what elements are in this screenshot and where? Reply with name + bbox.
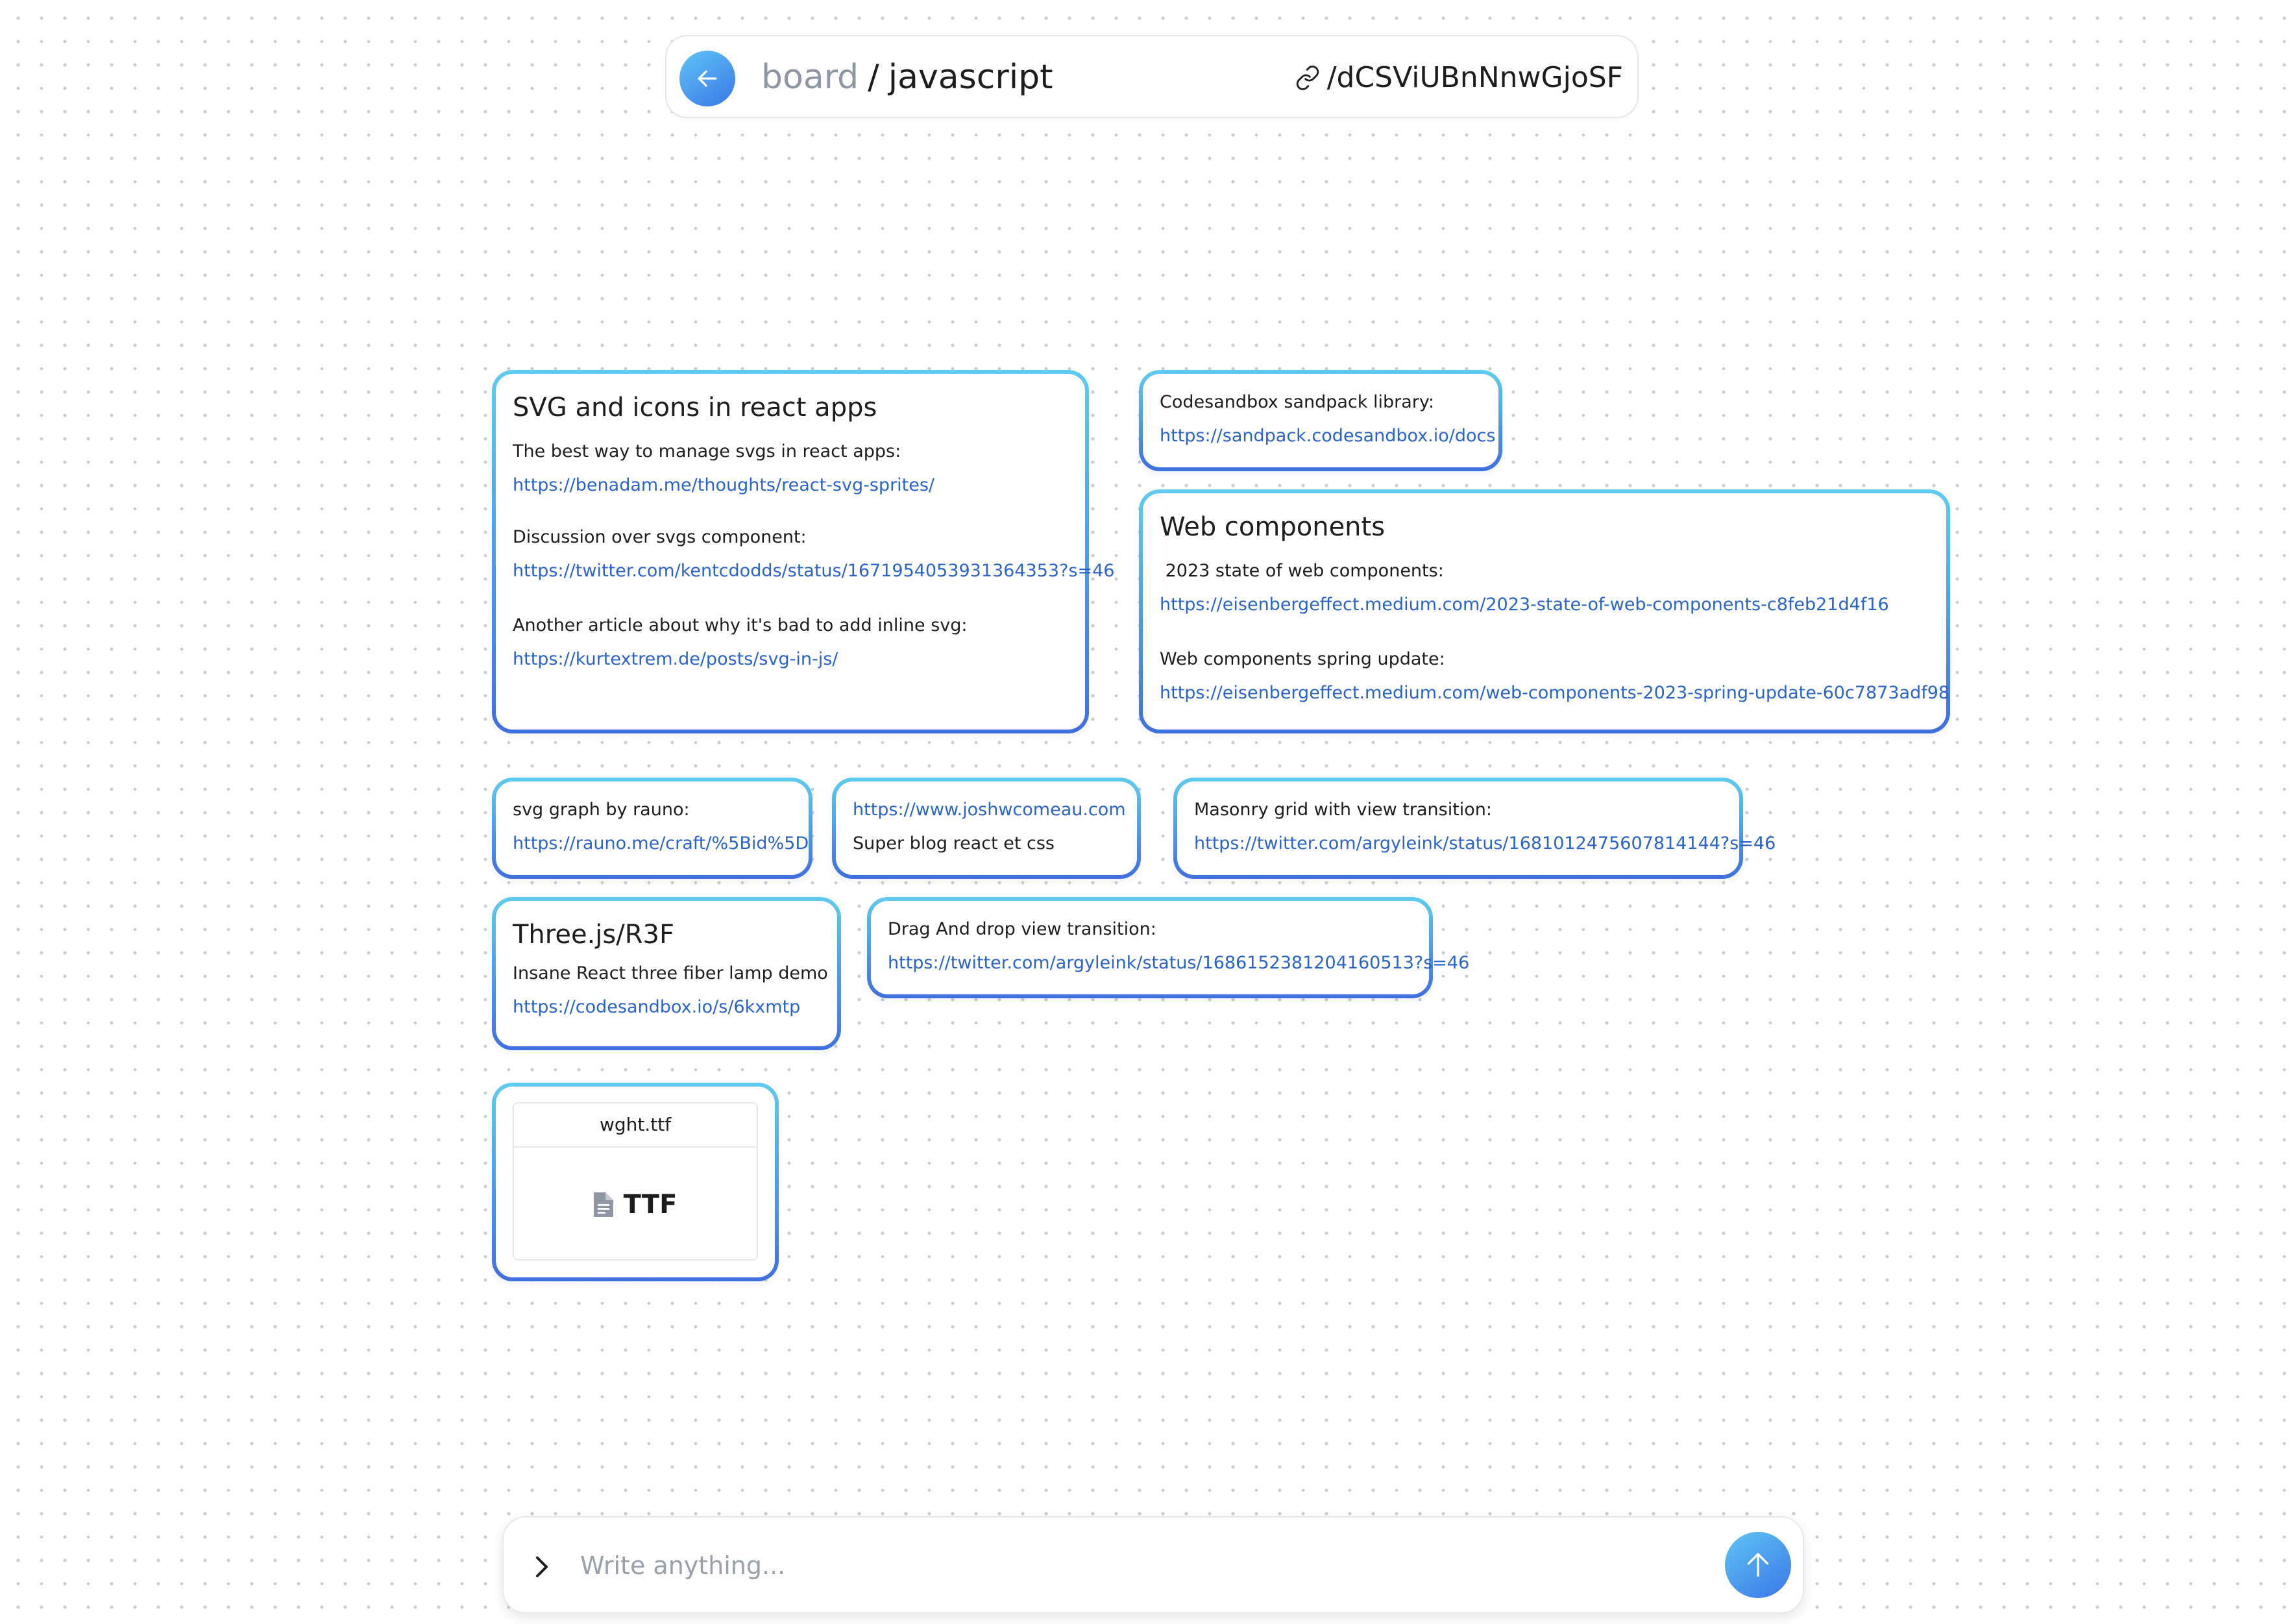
composer-bar bbox=[502, 1516, 1804, 1614]
arrow-left-icon bbox=[698, 70, 717, 87]
note-card-joshw[interactable]: https://www.joshwcomeau.com Super blog r… bbox=[832, 778, 1141, 879]
card-link[interactable]: https://rauno.me/craft/%5Bid%5D bbox=[513, 831, 809, 857]
note-card-dragdrop[interactable]: Drag And drop view transition: https://t… bbox=[867, 897, 1469, 998]
card-text: 2023 state of web components: bbox=[1160, 561, 1444, 581]
card-title: Three.js/R3F bbox=[513, 920, 674, 950]
note-card-web-components[interactable]: Web components 2023 state of web compone… bbox=[1139, 489, 1950, 733]
note-card-threejs[interactable]: Three.js/R3F Insane React three fiber la… bbox=[492, 897, 841, 1050]
send-button[interactable] bbox=[1725, 1532, 1791, 1598]
breadcrumb-separator: / bbox=[868, 58, 879, 97]
card-text: Web components spring update: bbox=[1160, 649, 1445, 669]
card-link[interactable]: https://www.joshwcomeau.com bbox=[853, 797, 1126, 823]
file-icon bbox=[593, 1192, 613, 1217]
card-link[interactable]: https://eisenbergeffect.medium.com/web-c… bbox=[1160, 680, 1949, 706]
card-link[interactable]: https://benadam.me/thoughts/react-svg-sp… bbox=[513, 473, 1068, 498]
card-text: svg graph by rauno: bbox=[513, 800, 690, 820]
card-text: Super blog react et css bbox=[853, 833, 1055, 854]
card-link[interactable]: https://twitter.com/argyleink/status/168… bbox=[1194, 831, 1776, 857]
card-text: Masonry grid with view transition: bbox=[1194, 800, 1493, 820]
card-title: SVG and icons in react apps bbox=[513, 393, 877, 423]
file-body: TTF bbox=[514, 1148, 757, 1262]
file-preview: wght.ttf TTF bbox=[513, 1102, 758, 1261]
board-header: board / javascript /dCSViUBnNnwGjoSF bbox=[665, 35, 1639, 118]
note-card-masonry[interactable]: Masonry grid with view transition: https… bbox=[1173, 778, 1776, 879]
card-text: Another article about why it's bad to ad… bbox=[513, 615, 968, 635]
card-text: Discussion over svgs component: bbox=[513, 527, 807, 547]
card-link[interactable]: https://twitter.com/argyleink/status/168… bbox=[888, 950, 1469, 976]
file-name: wght.ttf bbox=[514, 1103, 757, 1148]
card-title: Web components bbox=[1160, 512, 1386, 542]
chevron-right-icon bbox=[536, 1556, 548, 1577]
note-card-svg-icons[interactable]: SVG and icons in react apps The best way… bbox=[492, 370, 1114, 733]
card-link[interactable]: https://sandpack.codesandbox.io/docs bbox=[1160, 423, 1495, 449]
card-link[interactable]: https://kurtextrem.de/posts/svg-in-js/ bbox=[513, 646, 1068, 672]
breadcrumb: board / javascript bbox=[761, 55, 1053, 100]
back-button[interactable] bbox=[679, 51, 735, 106]
arrow-up-icon bbox=[1747, 1553, 1769, 1577]
link-icon bbox=[1296, 66, 1319, 90]
composer-input[interactable] bbox=[579, 1542, 1646, 1589]
card-text: The best way to manage svgs in react app… bbox=[513, 441, 901, 461]
file-card[interactable]: wght.ttf TTF bbox=[492, 1083, 779, 1281]
expand-composer-button[interactable] bbox=[533, 1554, 550, 1582]
board-share-link[interactable]: /dCSViUBnNnwGjoSF bbox=[1295, 58, 1623, 97]
file-extension: TTF bbox=[623, 1190, 678, 1220]
card-text: Insane React three fiber lamp demo bbox=[513, 963, 828, 983]
card-text: Codesandbox sandpack library: bbox=[1160, 392, 1434, 412]
card-text: Drag And drop view transition: bbox=[888, 919, 1156, 939]
breadcrumb-board[interactable]: board bbox=[761, 58, 859, 97]
board-id: /dCSViUBnNnwGjoSF bbox=[1326, 61, 1623, 94]
note-card-sandpack[interactable]: Codesandbox sandpack library: https://sa… bbox=[1139, 370, 1502, 471]
card-link[interactable]: https://codesandbox.io/s/6kxmtp bbox=[513, 994, 820, 1020]
card-link[interactable]: https://twitter.com/kentcdodds/status/16… bbox=[513, 558, 1114, 584]
card-link[interactable]: https://eisenbergeffect.medium.com/2023-… bbox=[1160, 592, 1929, 618]
breadcrumb-current: javascript bbox=[888, 58, 1053, 97]
note-card-svg-graph[interactable]: svg graph by rauno: https://rauno.me/cra… bbox=[492, 778, 812, 879]
